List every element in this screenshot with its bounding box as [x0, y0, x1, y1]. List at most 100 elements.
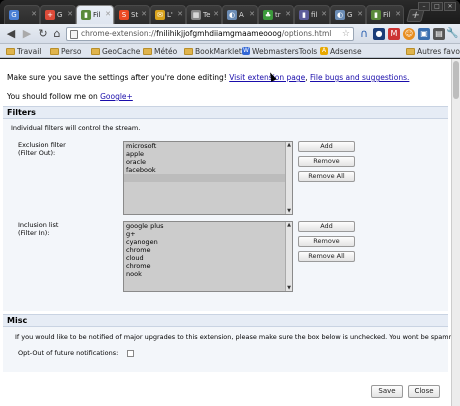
scroll-up-icon[interactable]: ▲	[286, 222, 292, 228]
bookmark-adsense[interactable]: A Adsense	[320, 45, 362, 57]
tab-title: L'	[167, 11, 173, 19]
bookmark-travail[interactable]: Travail	[6, 45, 41, 57]
list-item[interactable]: facebook	[124, 166, 292, 174]
close-window-icon[interactable]: ✕	[444, 2, 456, 11]
save-button[interactable]: Save	[371, 385, 403, 398]
list-item[interactable]: cloud	[124, 254, 292, 262]
toolbar: ◀ ▶ ↻ ⌂ chrome-extension://fnilihikjjofg…	[0, 24, 460, 44]
list-scrollbar[interactable]: ▲ ▼	[285, 222, 292, 291]
list-item[interactable]: google plus	[124, 222, 292, 230]
page-scrollbar[interactable]	[451, 59, 460, 406]
close-icon[interactable]: ✕	[67, 10, 73, 18]
maximize-icon[interactable]: □	[431, 2, 443, 11]
intro-line: Make sure you save the settings after yo…	[7, 73, 410, 82]
exclusion-remove-all-button[interactable]: Remove All	[298, 171, 355, 182]
exclusion-list[interactable]: microsoft apple oracle facebook ▲ ▼	[123, 141, 293, 215]
bookmark-autres-favoris[interactable]: Autres favoris	[406, 45, 460, 57]
wrench-icon[interactable]: 🔧	[446, 28, 458, 40]
optout-label: Opt-Out of future notifications:	[18, 349, 119, 357]
list-item[interactable]: microsoft	[124, 142, 292, 150]
close-icon[interactable]: ✕	[395, 10, 401, 18]
follow-line: You should follow me on Google+	[7, 92, 133, 101]
forward-arrow-icon[interactable]: ▶	[20, 27, 34, 41]
google-favicon-icon: G	[9, 10, 19, 20]
address-bar[interactable]: chrome-extension://fnilihikjjofgmhdiiamg…	[66, 27, 354, 41]
close-icon[interactable]: ✕	[321, 10, 327, 18]
exclusion-remove-button[interactable]: Remove	[298, 156, 355, 167]
close-icon[interactable]: ✕	[105, 10, 111, 18]
filter-favicon-icon: ▮	[299, 10, 309, 20]
tab-4[interactable]: S St ✕	[114, 5, 150, 24]
scroll-down-icon[interactable]: ▼	[286, 285, 292, 291]
close-icon[interactable]: ✕	[249, 10, 255, 18]
url-text[interactable]: chrome-extension://fnilihikjjofgmhdiiamg…	[81, 28, 331, 40]
tab-8[interactable]: ♣ tr ✕	[258, 5, 294, 24]
tab-title: fil	[311, 11, 318, 19]
filters-description: Individual filters will control the stre…	[11, 124, 141, 132]
smiley-extension-icon[interactable]: ☺	[403, 28, 415, 40]
folder-icon	[406, 47, 415, 55]
inclusion-list[interactable]: google plus g+ cyanogen chrome cloud chr…	[123, 221, 293, 292]
bookmark-bookmarklets[interactable]: BookMarklets	[184, 45, 246, 57]
bookmark-meteo[interactable]: Météo	[143, 45, 177, 57]
tab-3-active[interactable]: ▮ Fil ✕	[76, 5, 114, 24]
scrollbar-thumb[interactable]	[453, 61, 459, 99]
tab-5[interactable]: ✉ L' ✕	[150, 5, 186, 24]
list-item[interactable]: oracle	[124, 158, 292, 166]
tab-7[interactable]: ◐ A ✕	[222, 5, 258, 24]
inclusion-remove-button[interactable]: Remove	[298, 236, 355, 247]
globe-extension-icon[interactable]: ●	[373, 28, 385, 40]
optout-checkbox[interactable]	[127, 350, 134, 357]
folder-icon	[184, 47, 193, 55]
list-item-empty[interactable]	[124, 174, 292, 182]
reload-icon[interactable]: ↻	[36, 27, 50, 41]
tab-6[interactable]: ▦ Te ✕	[186, 5, 222, 24]
home-icon[interactable]: ⌂	[50, 27, 64, 41]
close-button[interactable]: Close	[408, 385, 440, 398]
globe-favicon-icon: ◐	[227, 10, 237, 20]
folder-icon	[50, 47, 59, 55]
options-page: Make sure you save the settings after yo…	[0, 59, 451, 406]
close-icon[interactable]: ✕	[31, 10, 37, 18]
google-plus-link[interactable]: Google+	[100, 92, 133, 101]
n-extension-icon[interactable]: ∩	[358, 28, 370, 40]
inclusion-remove-all-button[interactable]: Remove All	[298, 251, 355, 262]
close-icon[interactable]: ✕	[141, 10, 147, 18]
bookmark-geocache[interactable]: GeoCache	[91, 45, 140, 57]
camera-extension-icon[interactable]: ▣	[418, 28, 430, 40]
google-plus-favicon-icon: +	[45, 10, 55, 20]
minimize-icon[interactable]: –	[418, 2, 430, 11]
tab-title: Fil	[383, 11, 391, 19]
close-icon[interactable]: ✕	[177, 10, 183, 18]
tab-1[interactable]: G ✕	[4, 5, 40, 24]
list-item[interactable]: chrome	[124, 246, 292, 254]
list-item[interactable]: chrome	[124, 262, 292, 270]
scroll-down-icon[interactable]: ▼	[286, 208, 292, 214]
bugs-link[interactable]: File bugs and suggestions.	[310, 73, 409, 82]
list-item[interactable]: nook	[124, 270, 292, 278]
exclusion-add-button[interactable]: Add	[298, 141, 355, 152]
tab-11[interactable]: ▮ Fil ✕	[366, 5, 404, 24]
gmail-extension-icon[interactable]: M	[388, 28, 400, 40]
stumble-favicon-icon: S	[119, 10, 129, 20]
inclusion-add-button[interactable]: Add	[298, 221, 355, 232]
filters-title: Filters	[3, 107, 448, 119]
tab-10[interactable]: ◐ G ✕	[330, 5, 366, 24]
tab-9[interactable]: ▮ fil ✕	[294, 5, 330, 24]
close-icon[interactable]: ✕	[285, 10, 291, 18]
list-item[interactable]: apple	[124, 150, 292, 158]
scroll-up-icon[interactable]: ▲	[286, 142, 292, 148]
page-menu-icon[interactable]: ▤	[433, 28, 445, 40]
list-item[interactable]: g+	[124, 230, 292, 238]
close-icon[interactable]: ✕	[357, 10, 363, 18]
list-scrollbar[interactable]: ▲ ▼	[285, 142, 292, 214]
bookmark-star-icon[interactable]: ☆	[342, 28, 350, 40]
back-arrow-icon[interactable]: ◀	[4, 27, 18, 41]
bookmark-perso[interactable]: Perso	[50, 45, 81, 57]
misc-section: Misc If you would like to be notified of…	[3, 314, 451, 372]
close-icon[interactable]: ✕	[213, 10, 219, 18]
tab-title: Te	[203, 11, 211, 19]
list-item[interactable]: cyanogen	[124, 238, 292, 246]
bookmark-webmasterstools[interactable]: W WebmastersTools	[242, 45, 317, 57]
tab-2[interactable]: + G ✕	[40, 5, 76, 24]
